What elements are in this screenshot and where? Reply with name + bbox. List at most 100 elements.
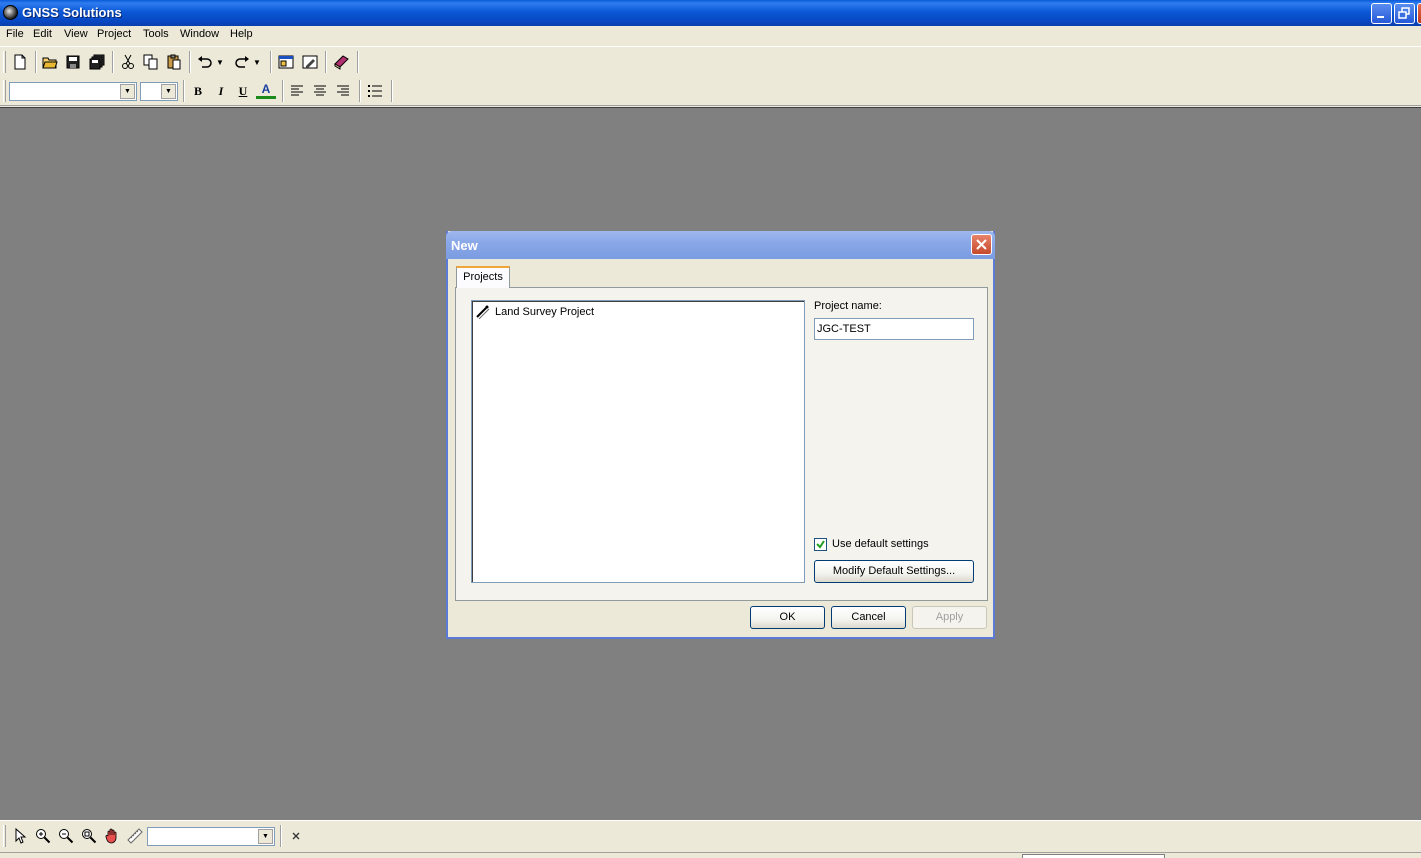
apply-button: Apply — [912, 606, 987, 629]
minimize-icon — [1377, 16, 1384, 18]
tab-projects[interactable]: Projects — [456, 266, 510, 288]
cut-button[interactable] — [118, 52, 138, 72]
pan-hand-button[interactable] — [102, 826, 122, 846]
zoom-extent-button[interactable] — [79, 826, 99, 846]
project-name-field[interactable] — [814, 318, 974, 340]
standard-toolbar: ▼ ▼ — [0, 46, 1421, 76]
menu-edit[interactable]: Edit — [33, 28, 52, 40]
copy-icon — [143, 54, 158, 70]
zoom-out-button[interactable] — [56, 826, 76, 846]
toolbar-separator — [282, 80, 284, 102]
use-default-checkbox[interactable] — [814, 538, 827, 551]
checkmark-icon — [816, 540, 825, 549]
new-file-button[interactable] — [10, 52, 30, 72]
redo-icon — [235, 56, 249, 68]
menu-bar: File Edit View Project Tools Window Help — [0, 26, 1421, 46]
list-item[interactable]: Land Survey Project — [475, 304, 596, 320]
align-center-button[interactable] — [310, 81, 330, 101]
new-file-icon — [14, 54, 26, 70]
app-icon[interactable] — [3, 5, 18, 20]
ruler-icon — [127, 828, 143, 844]
menu-project[interactable]: Project — [97, 28, 131, 40]
clear-button[interactable] — [286, 826, 306, 846]
toolbar-separator — [357, 51, 359, 73]
menu-help[interactable]: Help — [230, 28, 253, 40]
zoom-extent-icon — [82, 829, 97, 844]
properties-button[interactable] — [300, 52, 320, 72]
modify-default-settings-button[interactable]: Modify Default Settings... — [814, 560, 974, 583]
chevron-down-icon[interactable]: ▼ — [161, 84, 176, 99]
align-left-button[interactable] — [287, 81, 307, 101]
chevron-down-icon[interactable]: ▼ — [258, 829, 273, 844]
toolbar-separator — [359, 80, 361, 102]
align-left-icon — [291, 85, 303, 96]
save-disk-icon — [66, 55, 80, 69]
toolbar-separator — [280, 825, 282, 847]
align-center-icon — [314, 85, 326, 96]
project-name-label: Project name: — [814, 300, 882, 312]
new-dialog: New Land Survey Project Project name: Us… — [446, 231, 995, 639]
format-toolbar: ▼ ▼ B I U A — [0, 76, 1421, 106]
hand-pan-icon — [105, 828, 117, 844]
dialog-close-button[interactable] — [971, 234, 992, 255]
window-layout-button[interactable] — [276, 52, 296, 72]
ok-button[interactable]: OK — [750, 606, 825, 629]
project-type-list[interactable]: Land Survey Project — [471, 300, 805, 583]
projects-tab-panel: Land Survey Project Project name: Use de… — [455, 287, 988, 601]
close-button[interactable] — [1417, 3, 1421, 24]
bullet-list-icon — [368, 85, 382, 97]
toolbar-separator — [35, 51, 37, 73]
bold-button[interactable]: B — [188, 81, 208, 101]
select-pointer-button[interactable] — [10, 826, 30, 846]
menu-window[interactable]: Window — [180, 28, 219, 40]
toolbar-grip[interactable] — [3, 80, 6, 102]
toolbar-separator — [270, 51, 272, 73]
use-default-label[interactable]: Use default settings — [832, 538, 929, 550]
help-book-button[interactable] — [331, 52, 351, 72]
italic-button[interactable]: I — [211, 81, 231, 101]
bullet-list-button[interactable] — [365, 81, 385, 101]
align-right-icon — [337, 85, 349, 96]
restore-button[interactable] — [1394, 3, 1415, 24]
undo-dropdown[interactable]: ▼ — [214, 52, 226, 72]
toolbar-grip[interactable] — [3, 51, 6, 73]
open-button[interactable] — [40, 52, 60, 72]
dialog-title-bar[interactable]: New — [446, 231, 995, 259]
toolbar-separator — [112, 51, 114, 73]
map-layer-combo[interactable]: ▼ — [147, 827, 275, 846]
close-x-icon — [292, 832, 300, 840]
save-button[interactable] — [63, 52, 83, 72]
map-toolbar: ▼ — [0, 820, 1421, 852]
undo-icon — [198, 56, 212, 68]
measure-button[interactable] — [125, 826, 145, 846]
close-icon — [976, 239, 987, 250]
zoom-in-icon — [36, 829, 51, 844]
redo-button[interactable] — [232, 52, 252, 72]
dialog-title: New — [451, 238, 478, 253]
undo-button[interactable] — [195, 52, 215, 72]
menu-tools[interactable]: Tools — [143, 28, 169, 40]
font-color-button[interactable]: A — [256, 81, 276, 99]
toolbar-grip[interactable] — [3, 825, 6, 847]
cancel-button[interactable]: Cancel — [831, 606, 906, 629]
copy-button[interactable] — [141, 52, 161, 72]
zoom-in-button[interactable] — [33, 826, 53, 846]
font-size-combo[interactable]: ▼ — [140, 82, 178, 101]
redo-dropdown[interactable]: ▼ — [251, 52, 263, 72]
underline-button[interactable]: U — [233, 81, 253, 101]
restore-icon — [1398, 7, 1410, 19]
zoom-out-icon — [59, 829, 74, 844]
menu-file[interactable]: File — [6, 28, 24, 40]
status-bar — [0, 852, 1421, 858]
save-all-button[interactable] — [87, 52, 107, 72]
chevron-down-icon[interactable]: ▼ — [120, 84, 135, 99]
help-book-icon — [334, 55, 349, 70]
window-title: GNSS Solutions — [22, 5, 122, 20]
menu-view[interactable]: View — [64, 28, 88, 40]
font-name-combo[interactable]: ▼ — [9, 82, 137, 101]
minimize-button[interactable] — [1371, 3, 1392, 24]
status-panel — [1022, 854, 1165, 858]
paste-button[interactable] — [164, 52, 184, 72]
survey-tool-icon — [476, 305, 489, 319]
align-right-button[interactable] — [333, 81, 353, 101]
